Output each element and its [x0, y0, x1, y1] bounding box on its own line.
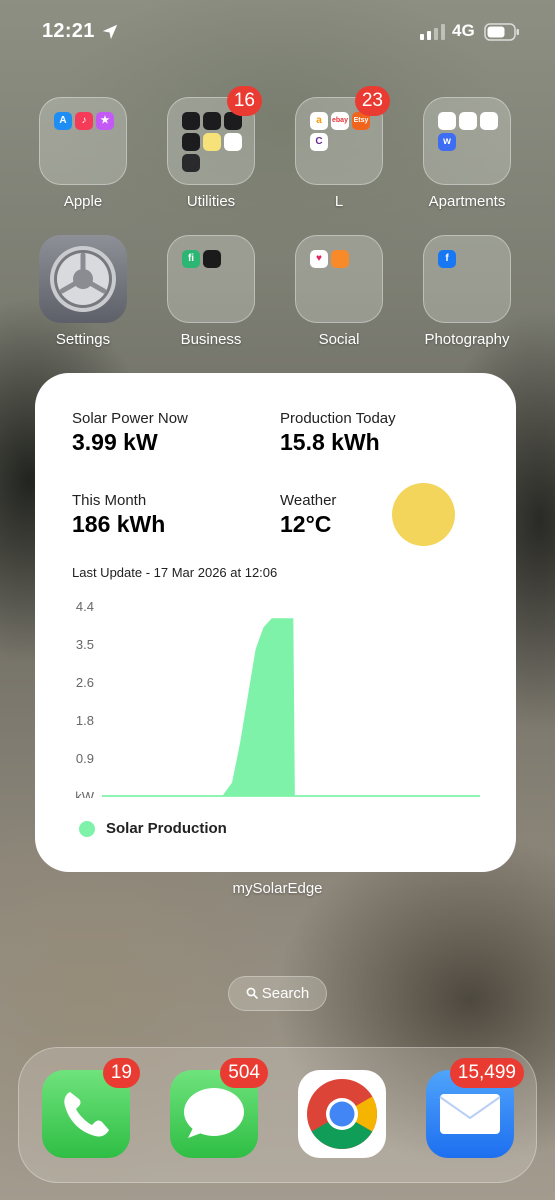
- ebay-icon: ebay: [331, 112, 349, 130]
- weather-value: 12°C: [280, 511, 332, 537]
- folder-apartments[interactable]: w Apartments: [417, 97, 517, 210]
- solar-power-now-label: Solar Power Now: [72, 410, 188, 427]
- app-label: Social: [318, 331, 360, 348]
- last-update-text: Last Update - 17 Mar 2026 at 12:06: [72, 565, 278, 580]
- app-label: Photography: [424, 331, 510, 348]
- gear-icon: [50, 246, 116, 312]
- y-tick-label: 1.8: [76, 713, 94, 728]
- status-bar: 12:21 4G: [0, 0, 555, 62]
- y-tick-label: 0.9: [76, 751, 94, 766]
- weather-label: Weather: [280, 492, 337, 509]
- x-tick-label: Noon: [275, 797, 306, 798]
- folder-photography[interactable]: f Photography: [417, 235, 517, 348]
- production-today-value: 15.8 kWh: [280, 429, 380, 455]
- y-tick-label: 4.4: [76, 599, 94, 614]
- app-label: Utilities: [186, 193, 236, 210]
- calculator-icon: [182, 112, 200, 130]
- calculator-icon: [182, 154, 200, 172]
- reminders-icon: [224, 133, 242, 151]
- status-time: 12:21: [42, 20, 95, 42]
- cellular-signal-icon: [420, 24, 445, 40]
- y-tick-label: 2.6: [76, 675, 94, 690]
- app-icon: w: [438, 133, 456, 151]
- messages-app[interactable]: 504: [170, 1058, 268, 1158]
- this-month-value: 186 kWh: [72, 511, 166, 537]
- notification-badge: 19: [102, 1058, 140, 1088]
- solar-power-now-value: 3.99 kW: [72, 429, 158, 455]
- notes-icon: [203, 133, 221, 151]
- app-label: Settings: [55, 331, 111, 348]
- folder-social[interactable]: ♥ Social: [289, 235, 389, 348]
- notification-badge: 15,499: [449, 1058, 524, 1088]
- x-tick-label: 18:00: [369, 797, 402, 798]
- search-icon: [246, 987, 258, 999]
- solar-production-chart: 4.4 3.5 2.6 1.8 0.9 kW 06:00 Noon 18:00: [75, 599, 480, 798]
- notification-badge: 16: [226, 86, 262, 116]
- app-icon: [459, 112, 477, 130]
- app-store-icon: A: [54, 112, 72, 130]
- series-area: [102, 618, 480, 797]
- production-today-label: Production Today: [280, 410, 396, 427]
- heart-app-icon: ♥: [310, 250, 328, 268]
- legend-swatch: [79, 821, 95, 837]
- calculator-icon: [203, 112, 221, 130]
- battery-icon: [484, 23, 519, 41]
- notification-badge: 504: [220, 1058, 268, 1088]
- folder-business[interactable]: fi Business: [161, 235, 261, 348]
- app-icon: [331, 250, 349, 268]
- chrome-icon: [307, 1079, 377, 1149]
- music-icon: ♪: [75, 112, 93, 130]
- y-tick-label: kW: [75, 789, 95, 798]
- search-label: Search: [261, 985, 310, 1002]
- app-icon: [438, 112, 456, 130]
- settings-app[interactable]: Settings: [33, 235, 133, 348]
- x-tick-label: 06:00: [180, 797, 213, 798]
- legend-label: Solar Production: [106, 820, 227, 837]
- app-icon: [480, 112, 498, 130]
- phone-app[interactable]: 19: [42, 1058, 140, 1158]
- search-button[interactable]: Search: [228, 976, 327, 1011]
- facebook-icon: f: [438, 250, 456, 268]
- itunes-store-icon: ★: [96, 112, 114, 130]
- network-type: 4G: [452, 21, 475, 40]
- location-arrow-icon: [102, 24, 118, 40]
- chrome-app[interactable]: [298, 1070, 386, 1158]
- stocks-icon: [182, 133, 200, 151]
- folder-apple[interactable]: A ♪ ★ Apple: [33, 97, 133, 210]
- solaredge-widget[interactable]: Solar Power Now 3.99 kW Production Today…: [35, 373, 516, 872]
- app-label: Business: [180, 331, 242, 348]
- app-icon: fi: [182, 250, 200, 268]
- this-month-label: This Month: [72, 492, 147, 509]
- notification-badge: 23: [354, 86, 390, 116]
- mail-app[interactable]: 15,499: [426, 1058, 524, 1158]
- folder-l[interactable]: a ebay Etsy C 23 L: [289, 86, 390, 210]
- y-tick-label: 3.5: [76, 637, 94, 652]
- amazon-icon: a: [310, 112, 328, 130]
- sun-icon: [392, 483, 455, 546]
- app-label: Apartments: [428, 193, 506, 210]
- app-label: Apple: [63, 193, 103, 210]
- widget-name-label: mySolarEdge: [232, 880, 323, 897]
- app-icon: [203, 250, 221, 268]
- app-label: L: [334, 193, 344, 210]
- app-icon: C: [310, 133, 328, 151]
- folder-utilities[interactable]: 16 Utilities: [161, 86, 262, 210]
